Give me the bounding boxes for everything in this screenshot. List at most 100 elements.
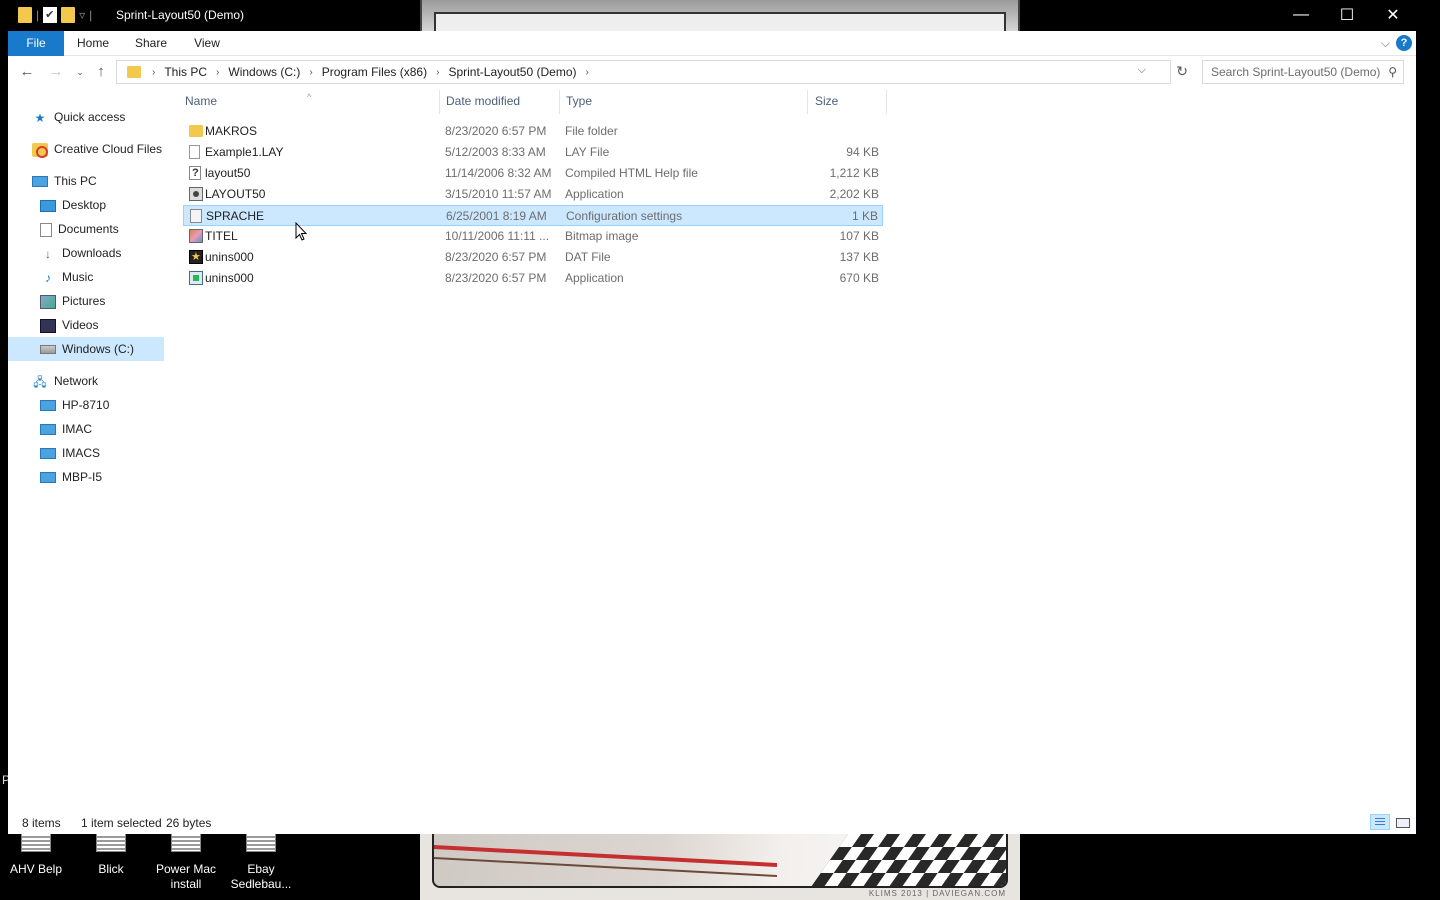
desktop-icon xyxy=(40,199,56,212)
chevron-down-icon[interactable]: ⌵ xyxy=(1138,64,1146,77)
file-row[interactable]: MAKROS 8/23/2020 6:57 PM File folder xyxy=(183,121,883,142)
sidebar-item-music[interactable]: ♪ Music xyxy=(40,265,93,289)
chevron-right-icon[interactable]: › xyxy=(211,67,224,78)
column-header-name[interactable]: Name ^ xyxy=(185,92,311,110)
tab-share[interactable]: Share xyxy=(126,31,176,56)
title-bar[interactable]: | ▿ | Sprint-Layout50 (Demo) — ☐ ✕ xyxy=(8,0,1416,32)
config-file-icon xyxy=(190,209,202,223)
column-header-type[interactable]: Type xyxy=(566,94,592,110)
sidebar-item-documents[interactable]: Documents xyxy=(40,217,119,241)
maximize-button[interactable]: ☐ xyxy=(1324,0,1370,30)
sidebar-item-windows-c[interactable]: Windows (C:) xyxy=(8,337,164,361)
file-size: 94 KB xyxy=(846,145,879,159)
sidebar-item-label: MBP-I5 xyxy=(62,470,103,484)
sidebar-item-label: Quick access xyxy=(54,110,126,124)
desktop-icon-label: Blick xyxy=(98,862,124,876)
desktop-icon[interactable]: Ebay Sedlebau... xyxy=(225,834,297,892)
breadcrumb-windows-c[interactable]: Windows (C:) xyxy=(224,65,304,79)
sidebar-item-label: Pictures xyxy=(62,294,106,308)
breadcrumb-current-folder[interactable]: Sprint-Layout50 (Demo) xyxy=(444,65,580,79)
sidebar-item-imacs[interactable]: IMACS xyxy=(40,441,100,465)
file-row[interactable]: unins000 8/23/2020 6:57 PM Application 670 … xyxy=(183,268,883,289)
tab-file[interactable]: File xyxy=(8,31,64,56)
properties-icon[interactable] xyxy=(43,7,58,23)
desktop-icon-label: Power Mac install xyxy=(155,862,217,891)
dat-file-icon xyxy=(189,247,203,268)
search-input[interactable]: Search Sprint-Layout50 (Demo) ⚲ xyxy=(1202,60,1404,84)
recent-locations-icon[interactable]: ⌄ xyxy=(70,62,90,82)
column-header-date[interactable]: Date modified xyxy=(446,94,520,110)
file-row[interactable]: LAYOUT50 3/15/2010 11:57 AM Application 2,2… xyxy=(183,184,883,205)
desktop-icon-label: AHV Belp xyxy=(9,862,63,876)
sidebar-item-quick-access[interactable]: ★ Quick access xyxy=(32,105,126,129)
file-size: 1,212 KB xyxy=(829,166,879,180)
breadcrumb-program-files[interactable]: Program Files (x86) xyxy=(318,65,431,79)
chevron-right-icon[interactable]: › xyxy=(581,67,594,78)
network-icon: 🖧 xyxy=(33,374,47,389)
sidebar-item-hp-8710[interactable]: HP-8710 xyxy=(40,393,109,417)
sidebar-item-label: Desktop xyxy=(62,198,107,212)
desktop-icon[interactable]: Blick xyxy=(75,834,147,877)
file-row-selected[interactable]: SPRACHE 6/25/2001 8:19 AM Configuration se… xyxy=(183,205,883,226)
chevron-right-icon[interactable]: › xyxy=(431,67,444,78)
application-icon xyxy=(189,187,203,201)
sidebar-item-videos[interactable]: Videos xyxy=(40,313,98,337)
file-name: layout50 xyxy=(205,166,251,180)
sidebar-item-downloads[interactable]: ↓ Downloads xyxy=(40,241,121,265)
file-row[interactable]: Example1.LAY 5/12/2003 8:33 AM LAY File 94 … xyxy=(183,142,883,163)
file-date: 8/23/2020 6:57 PM xyxy=(445,250,547,264)
computer-icon xyxy=(32,176,48,188)
expand-ribbon-icon[interactable]: ⌵ xyxy=(1381,36,1390,51)
new-folder-icon[interactable] xyxy=(61,7,76,23)
sidebar-item-mbp-i5[interactable]: MBP-I5 xyxy=(40,465,102,489)
ribbon-tabs: File Home Share View ⌵ ? xyxy=(8,31,1416,56)
file-name: TITEL xyxy=(205,229,238,243)
help-icon[interactable]: ? xyxy=(1396,35,1412,51)
file-date: 5/12/2003 8:33 AM xyxy=(445,145,546,159)
column-divider[interactable] xyxy=(559,90,560,114)
sidebar-item-label: Windows (C:) xyxy=(62,342,135,356)
computer-icon xyxy=(40,400,56,412)
sidebar-item-pictures[interactable]: Pictures xyxy=(40,289,105,313)
folder-icon xyxy=(127,66,141,78)
address-bar[interactable]: › This PC › Windows (C:) › Program Files… xyxy=(116,60,1188,84)
wallpaper-bottom: KLIMS 2013 | DAVIEGAN.COM xyxy=(420,834,1020,900)
file-name: unins000 xyxy=(205,271,254,285)
file-date: 10/11/2006 11:11 ... xyxy=(445,229,550,243)
sidebar-item-this-pc[interactable]: This PC xyxy=(32,169,97,193)
desktop-icon[interactable]: AHV Belp xyxy=(0,834,72,877)
navigation-bar: ← → ⌄ ↑ › This PC › Windows (C:) › Progr… xyxy=(8,56,1416,88)
refresh-icon[interactable]: ↻ xyxy=(1176,63,1188,80)
tab-view[interactable]: View xyxy=(184,31,230,56)
tab-home[interactable]: Home xyxy=(68,31,118,56)
up-arrow-icon[interactable]: ↑ xyxy=(91,62,111,82)
breadcrumb-this-pc[interactable]: This PC xyxy=(160,65,211,79)
desktop-icon[interactable]: Power Mac install xyxy=(150,834,222,892)
sidebar-item-network[interactable]: 🖧 Network xyxy=(32,369,98,393)
column-divider[interactable] xyxy=(439,90,440,114)
column-divider[interactable] xyxy=(807,90,808,114)
close-button[interactable]: ✕ xyxy=(1370,0,1416,30)
column-divider[interactable] xyxy=(886,90,887,114)
file-name: LAYOUT50 xyxy=(205,187,266,201)
file-row[interactable]: unins000 8/23/2020 6:57 PM DAT File 137 KB xyxy=(183,247,883,268)
back-arrow-icon[interactable]: ← xyxy=(17,62,37,82)
sidebar-item-imac[interactable]: IMAC xyxy=(40,417,92,441)
file-name: MAKROS xyxy=(205,124,258,138)
minimize-button[interactable]: — xyxy=(1278,0,1324,30)
documents-icon xyxy=(40,222,52,237)
file-row[interactable]: layout50 11/14/2006 8:32 AM Compiled HTML … xyxy=(183,163,883,184)
customize-toolbar-icon[interactable]: ▿ xyxy=(79,8,85,22)
chevron-right-icon[interactable]: › xyxy=(304,67,317,78)
details-view-icon[interactable] xyxy=(1370,814,1390,830)
sidebar-item-label: HP-8710 xyxy=(62,398,110,412)
column-header-size[interactable]: Size xyxy=(815,94,838,110)
file-date: 11/14/2006 8:32 AM xyxy=(445,166,552,180)
wallpaper-frame xyxy=(432,834,1008,888)
forward-arrow-icon[interactable]: → xyxy=(46,62,66,82)
sidebar-item-creative-cloud[interactable]: Creative Cloud Files xyxy=(32,137,162,161)
file-row[interactable]: TITEL 10/11/2006 11:11 ... Bitmap image 107… xyxy=(183,226,883,247)
large-icons-view-icon[interactable] xyxy=(1392,814,1412,830)
sidebar-item-desktop[interactable]: Desktop xyxy=(40,193,106,217)
chevron-right-icon[interactable]: › xyxy=(147,67,160,78)
